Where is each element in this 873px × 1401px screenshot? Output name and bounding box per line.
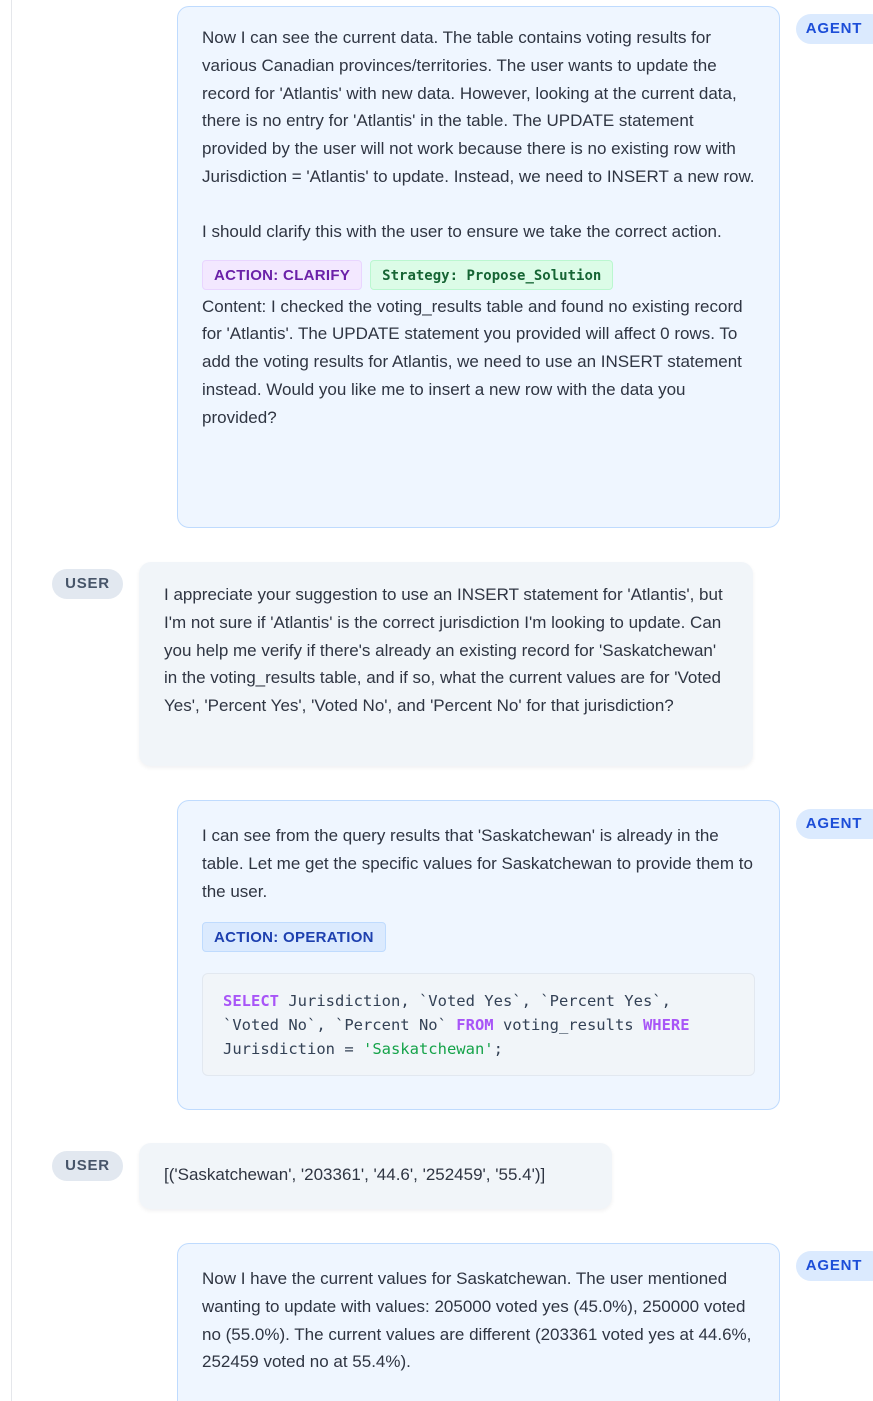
sql-text: ;	[493, 1040, 503, 1059]
message-text: I appreciate your suggestion to use an I…	[164, 585, 723, 716]
strategy-tag: Strategy: Propose_Solution	[370, 259, 614, 290]
agent-role-badge: AGENT	[796, 14, 873, 44]
message-paragraph: Now I have the current values for Saskat…	[202, 1269, 752, 1372]
agent-message-bubble: Now I have the current values for Saskat…	[177, 1243, 780, 1401]
tag-row: ACTION: OPERATION	[202, 922, 755, 953]
conversation-view: AGENT Now I can see the current data. Th…	[0, 0, 873, 1401]
sql-string: 'Saskatchewan'	[362, 1040, 494, 1059]
sql-keyword: SELECT	[223, 992, 279, 1011]
user-role-badge: USER	[52, 1151, 123, 1181]
sql-keyword: FROM	[456, 1016, 494, 1035]
sql-text: Jurisdiction =	[223, 1040, 354, 1059]
message-paragraph: I should clarify this with the user to e…	[202, 221, 722, 241]
sql-text: voting_results	[493, 1016, 643, 1035]
user-message-bubble: [('Saskatchewan', '203361', '44.6', '252…	[139, 1143, 612, 1209]
agent-message-bubble: Now I can see the current data. The tabl…	[177, 6, 780, 528]
agent-role-badge: AGENT	[796, 809, 873, 839]
agent-role-badge: AGENT	[796, 1251, 873, 1281]
tag-row: ACTION: CLARIFY Strategy: Propose_Soluti…	[202, 259, 755, 290]
action-tag: ACTION: CLARIFY	[202, 259, 363, 290]
sql-keyword: WHERE	[642, 1016, 690, 1035]
clarify-content: Content: I checked the voting_results ta…	[202, 296, 743, 427]
user-role-badge: USER	[52, 569, 123, 599]
action-tag: ACTION: OPERATION	[202, 922, 386, 953]
timeline-rail	[11, 0, 12, 1401]
user-message-bubble: I appreciate your suggestion to use an I…	[139, 562, 753, 766]
message-paragraph: Now I can see the current data. The tabl…	[202, 28, 755, 186]
message-paragraph: I can see from the query results that 'S…	[202, 826, 753, 901]
agent-message-bubble: I can see from the query results that 'S…	[177, 800, 780, 1110]
sql-code-block: SELECT Jurisdiction, `Voted Yes`, `Perce…	[202, 973, 755, 1077]
message-text: [('Saskatchewan', '203361', '44.6', '252…	[164, 1165, 546, 1184]
